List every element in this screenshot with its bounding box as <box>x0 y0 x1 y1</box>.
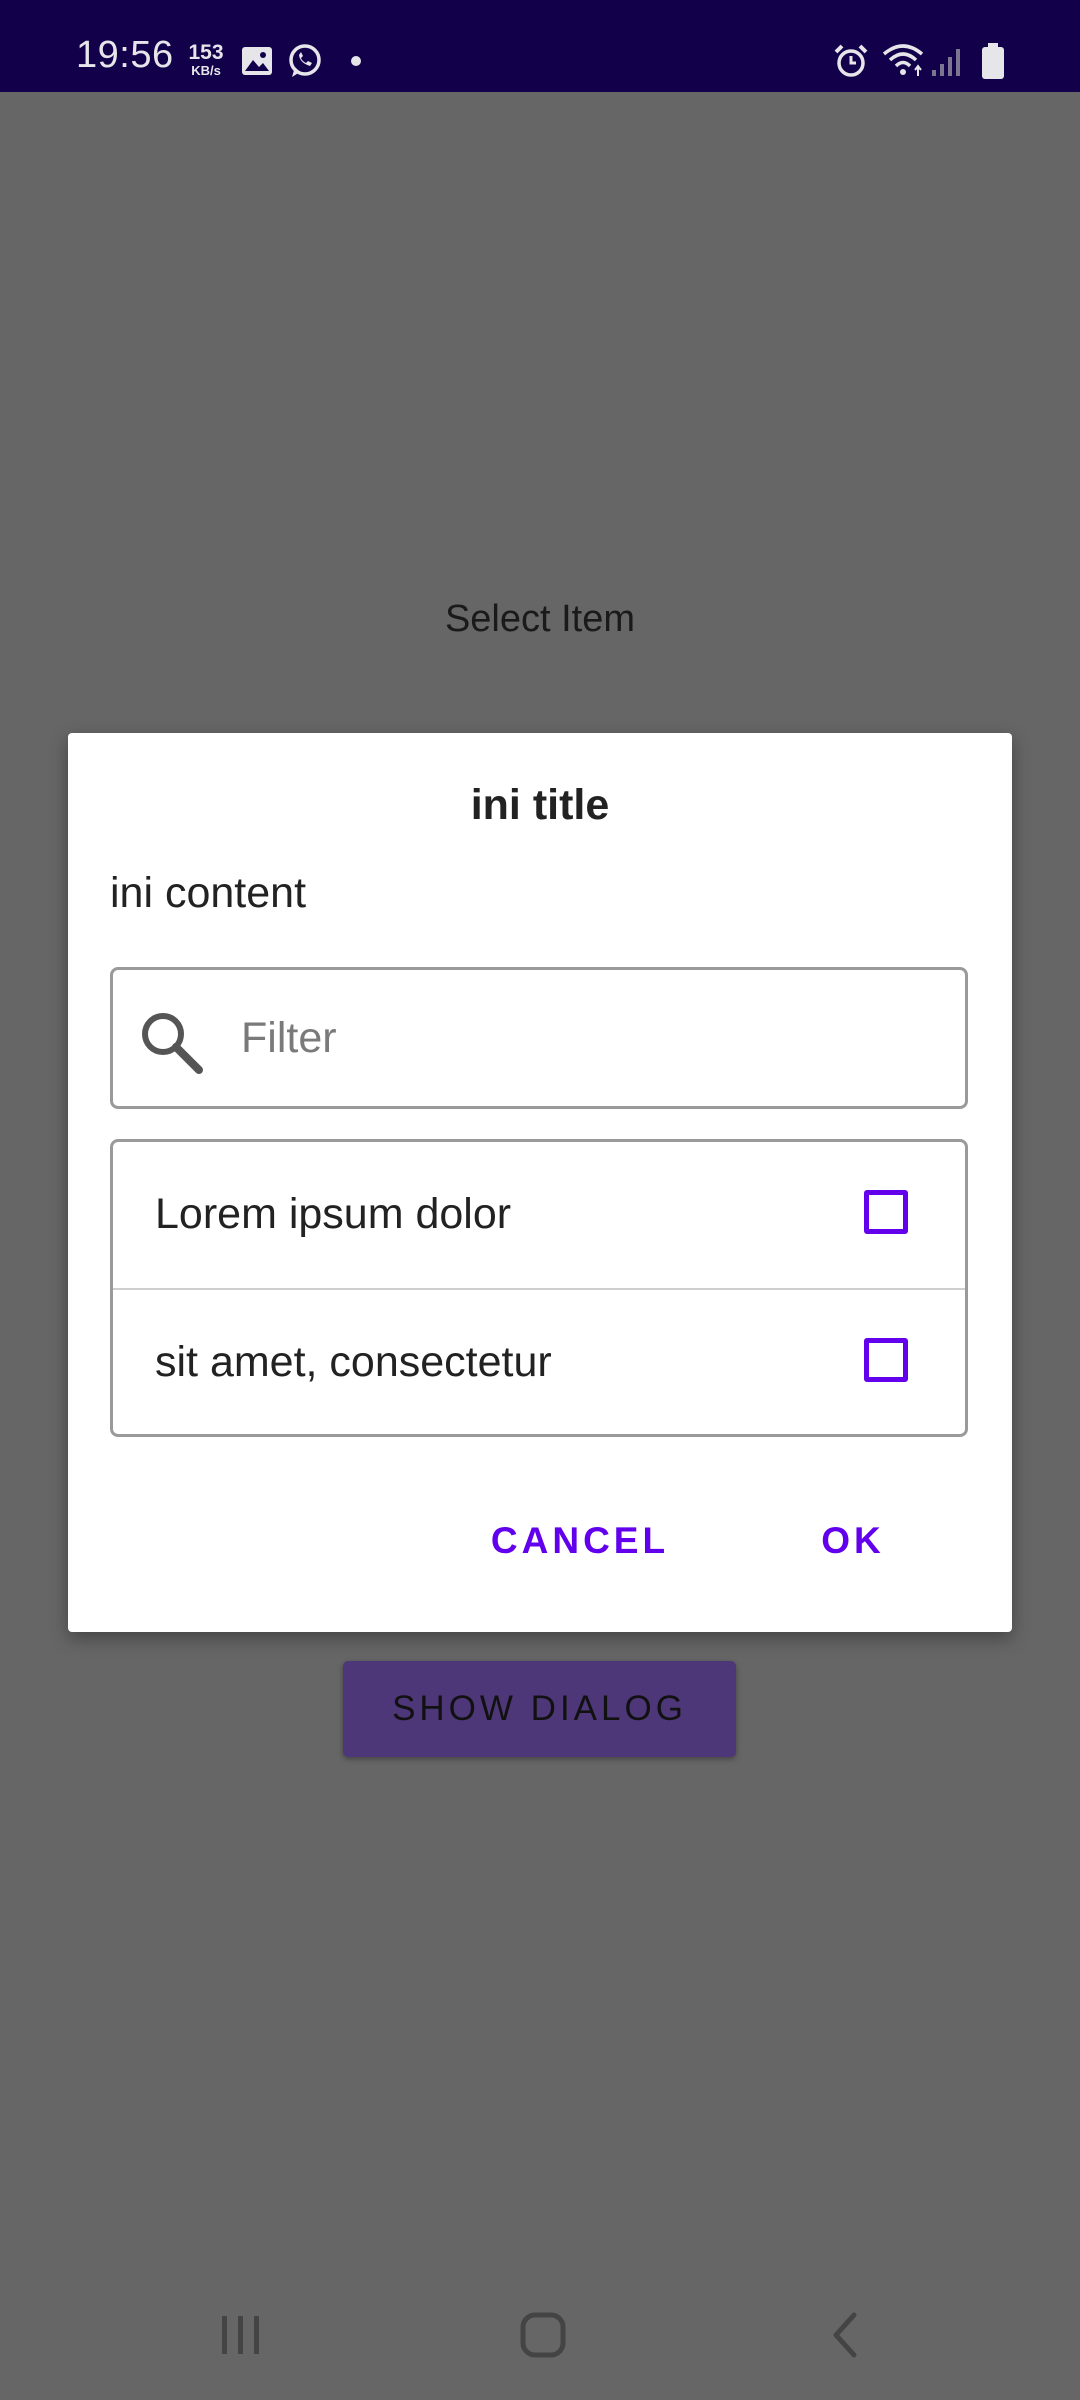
search-icon <box>142 1013 203 1074</box>
network-speed-unit: KB/s <box>191 63 221 78</box>
navigation-bar <box>0 2270 1080 2400</box>
recents-icon[interactable] <box>218 2310 264 2360</box>
list-item[interactable]: Lorem ipsum dolor <box>113 1142 965 1290</box>
filter-input[interactable] <box>241 1000 921 1076</box>
status-bar: 19:56 153 KB/s <box>0 0 1080 92</box>
cancel-button[interactable]: CANCEL <box>480 1501 680 1581</box>
dialog-title: ini title <box>470 781 610 829</box>
battery-icon <box>982 43 1004 79</box>
list-item[interactable]: sit amet, consectetur <box>113 1290 965 1436</box>
multi-select-dialog: ini title ini content Lorem ipsum dolor … <box>68 733 1012 1632</box>
show-dialog-button[interactable]: SHOW DIALOG <box>343 1661 736 1757</box>
list-item-label: sit amet, consectetur <box>155 1338 552 1386</box>
whatsapp-icon <box>289 44 321 77</box>
dialog-content: ini content <box>110 869 307 917</box>
alarm-icon <box>834 44 868 77</box>
wifi-icon <box>882 44 924 76</box>
dialog-actions: CANCEL OK <box>68 1501 1012 1581</box>
home-icon[interactable] <box>518 2310 568 2360</box>
network-speed: 153 KB/s <box>186 42 226 77</box>
signal-icon <box>932 49 960 76</box>
select-item-label: Select Item <box>444 598 636 640</box>
filter-field[interactable] <box>110 967 968 1109</box>
list-item-checkbox[interactable] <box>864 1338 908 1382</box>
ok-button[interactable]: OK <box>798 1501 908 1581</box>
status-time: 19:56 <box>76 34 174 76</box>
list-item-label: Lorem ipsum dolor <box>155 1190 512 1238</box>
gallery-icon <box>242 47 272 75</box>
network-speed-value: 153 <box>188 41 224 64</box>
item-list: Lorem ipsum dolor sit amet, consectetur <box>110 1139 968 1437</box>
back-icon[interactable] <box>826 2310 866 2360</box>
notification-dot-icon <box>351 56 361 66</box>
list-item-checkbox[interactable] <box>864 1190 908 1234</box>
